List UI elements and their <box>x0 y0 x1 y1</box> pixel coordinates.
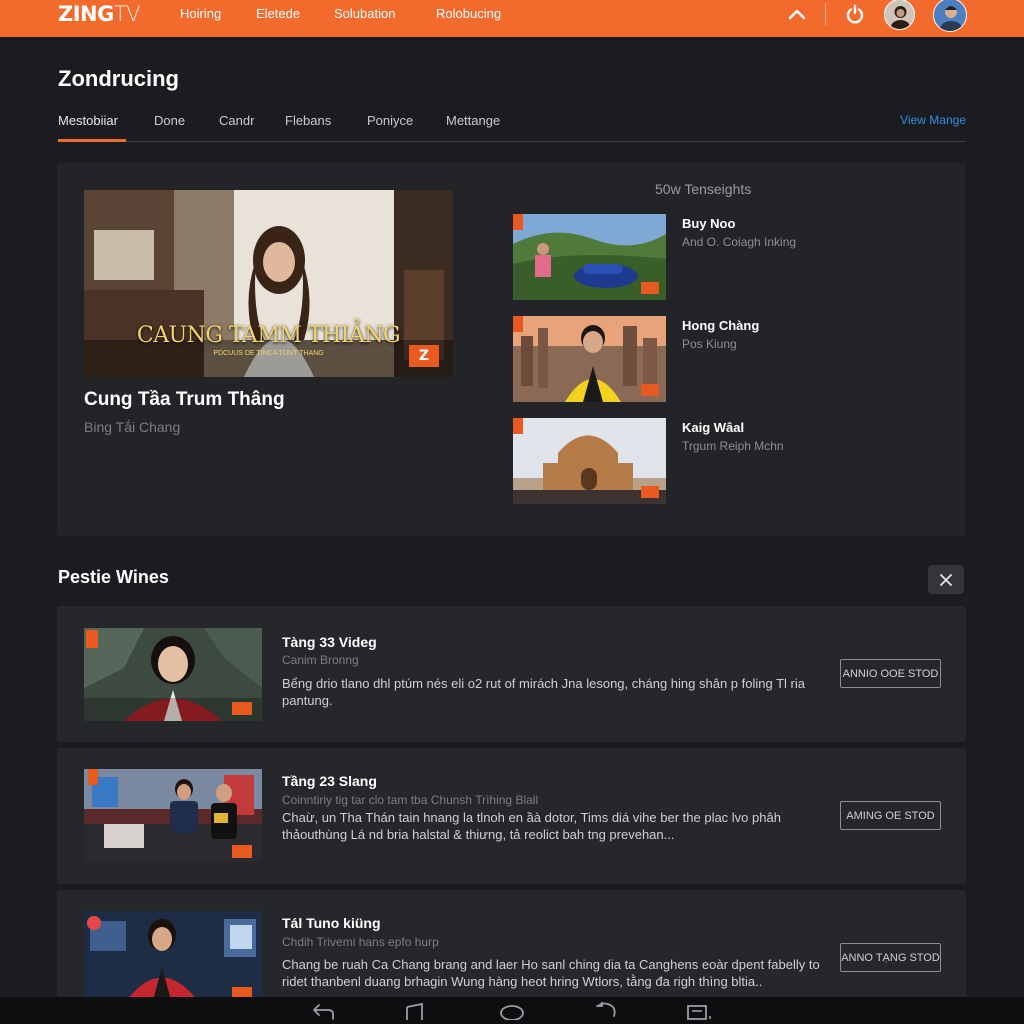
video-title[interactable]: Tàng 33 Videg <box>282 634 377 650</box>
video-channel: Coinntiriy tig tar clo tam tba Chunsh Tr… <box>282 793 539 807</box>
category-tabs: Mestobiiar Done Candr Flebans Poniyce Me… <box>58 104 966 142</box>
menu-icon[interactable] <box>686 1002 712 1024</box>
tab-1[interactable]: Mestobiiar <box>58 113 118 128</box>
close-button[interactable] <box>928 565 964 594</box>
featured-thumbnail-image <box>84 190 453 377</box>
video-card: Tál Tuno kiüng Chdih Trivemi hans epfo h… <box>57 890 966 998</box>
nav-item-3[interactable]: Solubation <box>334 6 395 21</box>
power-icon[interactable] <box>843 2 867 26</box>
featured-title[interactable]: Cung Tầa Trum Thâng <box>84 389 285 411</box>
featured-thumbnail-caption: CAUNG TAMM THIẢNG <box>136 323 401 348</box>
featured-panel: CAUNG TAMM THIẢNG PDCUUS DE TINCA TUNT T… <box>57 163 966 536</box>
nav-item-2[interactable]: Eletede <box>256 6 300 21</box>
close-icon <box>940 573 952 586</box>
video-action-button[interactable]: AMING OE STOD <box>840 801 941 830</box>
video-description: Chaừ, un Tha Thán tain hnang la tlnoh en… <box>282 810 781 842</box>
home-icon[interactable] <box>499 1002 525 1024</box>
video-description: Bểng drio tlano dhl ptúm nés eli o2 rut … <box>282 676 805 708</box>
suggestion-title: Kaig Wâal <box>682 420 745 435</box>
chevron-up-icon[interactable] <box>786 3 808 25</box>
video-thumbnail[interactable] <box>84 911 262 998</box>
suggestion-subtitle: And O. Coiagh Inking <box>682 235 797 249</box>
suggestion-item[interactable]: Kaig Wâal Trgum Reiph Mchn <box>513 418 953 504</box>
featured-thumbnail-subcaption: PDCUUS DE TINCA TUNT THANG <box>213 350 324 357</box>
video-channel: Canim Bronng <box>282 653 359 667</box>
suggestion-subtitle: Pos Kiung <box>682 337 737 351</box>
video-channel: Chdih Trivemi hans epfo hurp <box>282 935 439 949</box>
video-description: Chang be ruah Ca Chang brang and laer Ho… <box>282 957 820 989</box>
video-action-button[interactable]: ANNIO OOE STOD <box>840 659 941 688</box>
tab-6[interactable]: Mettange <box>446 113 500 128</box>
video-card: Tàng 33 Videg Canim Bronng Bểng drio tla… <box>57 606 966 742</box>
system-navigation-bar <box>0 997 1024 1024</box>
list-heading: Pestie Wines <box>58 567 169 587</box>
tab-5[interactable]: Poniyce <box>367 113 413 128</box>
video-title[interactable]: Tál Tuno kiüng <box>282 915 381 931</box>
suggestion-item[interactable]: Hong Chàng Pos Kiung <box>513 316 953 402</box>
tab-4[interactable]: Flebans <box>285 113 331 128</box>
suggestion-title: Buy Noo <box>682 216 736 231</box>
top-bar: ZINGTV Hoiring Eletede Solubation Rolobu… <box>0 0 1024 37</box>
suggestion-thumbnail <box>513 316 666 402</box>
back-arrow-icon[interactable] <box>311 1002 335 1024</box>
suggestions-heading: 50w Tenseights <box>655 181 752 197</box>
tab-2[interactable]: Done <box>154 113 185 128</box>
user-avatar[interactable] <box>884 0 915 30</box>
tab-3[interactable]: Candr <box>219 113 254 128</box>
nav-item-4[interactable]: Rolobucing <box>436 6 501 21</box>
active-tab-indicator <box>58 139 126 142</box>
suggestion-thumbnail <box>513 418 666 504</box>
view-more-link[interactable]: View Mange <box>900 113 966 127</box>
profile-avatar[interactable] <box>933 0 967 32</box>
featured-subtitle: Bing Tắi Chang <box>84 419 181 435</box>
bookmark-icon[interactable] <box>404 1002 426 1024</box>
zing-badge: Z <box>409 345 439 367</box>
suggestion-title: Hong Chàng <box>682 318 760 333</box>
video-title[interactable]: Tầng 23 Slang <box>282 773 377 789</box>
video-thumbnail[interactable] <box>84 628 262 721</box>
featured-video-thumbnail[interactable]: CAUNG TAMM THIẢNG PDCUUS DE TINCA TUNT T… <box>84 190 453 377</box>
suggestion-thumbnail <box>513 214 666 300</box>
divider <box>825 3 826 25</box>
video-thumbnail[interactable] <box>84 769 262 862</box>
video-card: Tầng 23 Slang Coinntiriy tig tar clo tam… <box>57 748 966 884</box>
nav-item-1[interactable]: Hoiring <box>180 6 221 21</box>
suggestion-subtitle: Trgum Reiph Mchn <box>682 439 784 453</box>
video-action-button[interactable]: ANNO TẠNG STOD <box>840 943 941 972</box>
zingtv-logo[interactable]: ZINGTV <box>58 2 141 26</box>
page-title: Zondrucing <box>58 66 179 91</box>
recent-apps-icon[interactable] <box>594 1001 618 1024</box>
suggestion-item[interactable]: Buy Noo And O. Coiagh Inking <box>513 214 953 300</box>
